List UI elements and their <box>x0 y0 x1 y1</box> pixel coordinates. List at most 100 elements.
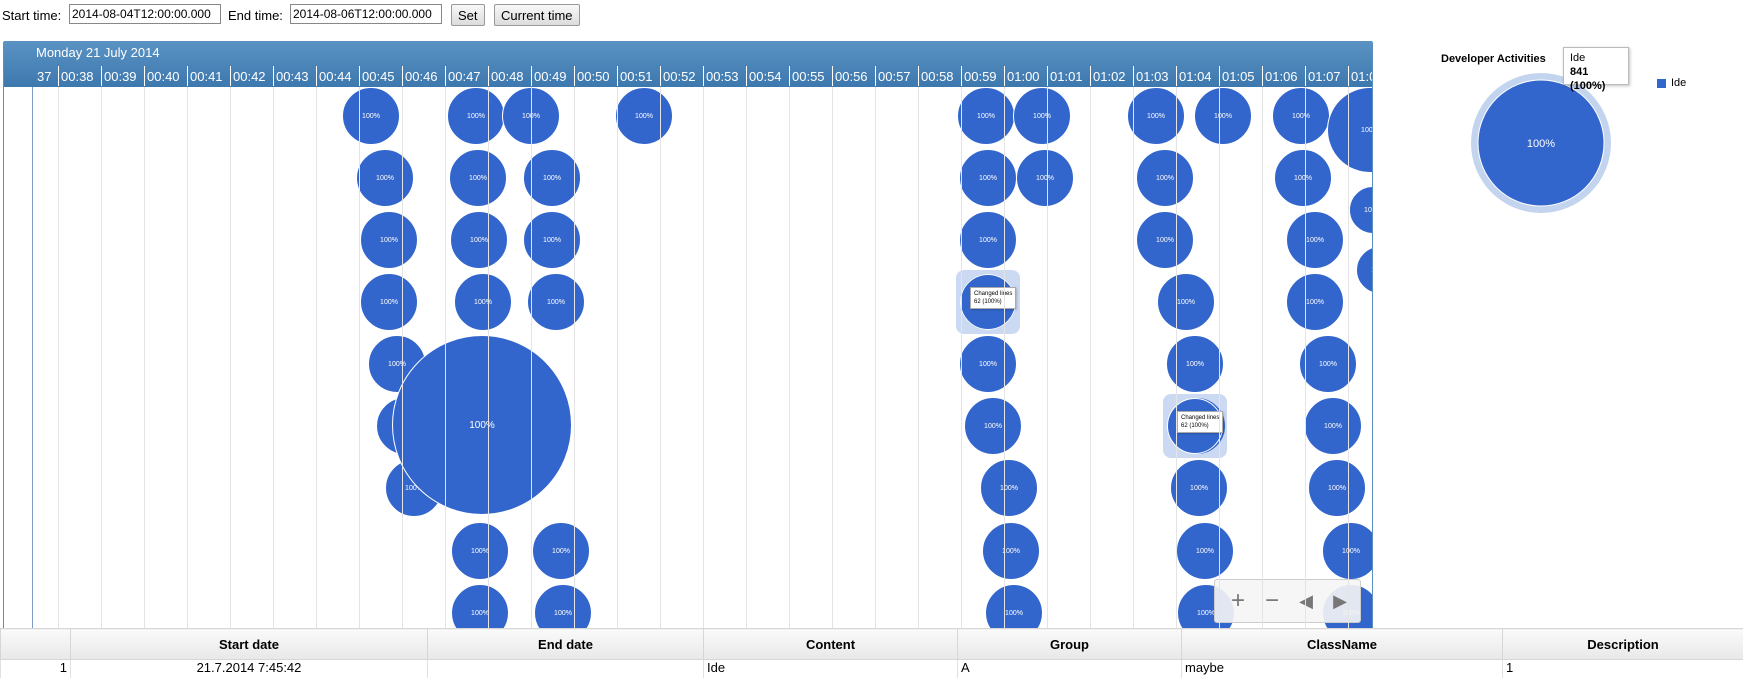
timeline-bubble[interactable]: 100% <box>360 211 418 269</box>
column-header[interactable] <box>1 629 71 660</box>
timeline-bubble[interactable]: 100% <box>447 87 505 145</box>
table-cell: A <box>958 660 1182 678</box>
set-button[interactable]: Set <box>451 4 485 26</box>
timeline-bubble[interactable]: 100% <box>964 397 1022 455</box>
column-header[interactable]: Content <box>704 629 958 660</box>
time-tick-label: 00:48 <box>491 69 524 84</box>
timeline-bubble[interactable]: 100% <box>451 584 509 630</box>
time-gridline <box>789 87 790 629</box>
time-gridline <box>445 87 446 629</box>
time-gridline <box>746 87 747 629</box>
time-tick-mark <box>402 66 403 86</box>
timeline-bubble[interactable]: 100% <box>615 87 673 145</box>
timeline-bubble[interactable]: 100% <box>1136 211 1194 269</box>
time-tick-label: 00:45 <box>362 69 395 84</box>
time-tick-label: 00:39 <box>104 69 137 84</box>
end-time-label: End time: <box>228 8 283 23</box>
time-tick-label: 00:49 <box>534 69 567 84</box>
time-tick-label: 00:44 <box>319 69 352 84</box>
timeline-bubble[interactable]: 100% <box>356 149 414 207</box>
timeline-bubble[interactable]: 100% <box>450 211 508 269</box>
time-tick-label: 00:52 <box>663 69 696 84</box>
column-header[interactable]: Group <box>958 629 1182 660</box>
timeline-bubble[interactable]: 100% <box>1016 149 1074 207</box>
timeline-bubble[interactable]: 100% <box>449 149 507 207</box>
timeline-bubble[interactable]: 100% <box>1194 87 1252 145</box>
timeline-bubble[interactable]: 100% <box>959 211 1017 269</box>
time-gridline <box>144 87 145 629</box>
timeline-bubble[interactable]: 100% <box>985 584 1043 630</box>
column-header[interactable]: End date <box>428 629 704 660</box>
time-tick-label: 37 <box>37 69 51 84</box>
legend-swatch-ide <box>1657 79 1666 88</box>
time-gridline <box>359 87 360 629</box>
timeline-bubble[interactable]: 100% <box>1157 273 1215 331</box>
table-row[interactable]: 121.7.2014 7:45:42IdeAmaybe1 <box>1 660 1743 678</box>
events-table: Start dateEnd dateContentGroupClassNameD… <box>0 628 1743 672</box>
time-tick-mark <box>832 66 833 86</box>
timeline-bubble[interactable]: 100% <box>1327 87 1373 173</box>
timeline-bubble[interactable]: 100% <box>451 522 509 580</box>
time-tick-label: 00:41 <box>190 69 223 84</box>
end-time-input[interactable] <box>290 4 442 24</box>
time-tick-label: 00:53 <box>706 69 739 84</box>
timeline-bubble[interactable]: 100% <box>534 584 592 630</box>
time-tick-mark <box>1262 66 1263 86</box>
timeline-bubble[interactable]: 100% <box>360 273 418 331</box>
timeline-bubble[interactable]: 100% <box>959 149 1017 207</box>
time-gridline <box>316 87 317 629</box>
time-gridline <box>531 87 532 629</box>
timeline-bubble-large[interactable]: 100% <box>392 335 572 515</box>
time-gridline <box>961 87 962 629</box>
timeline-bubble[interactable]: 100% <box>1349 186 1373 234</box>
timeline-bubble[interactable]: 100% <box>532 522 590 580</box>
table-cell <box>428 660 704 678</box>
time-tick-label: 01:00 <box>1007 69 1040 84</box>
time-gridline <box>230 87 231 629</box>
arrow-right-icon[interactable]: ▶ <box>1325 586 1355 616</box>
current-time-button[interactable]: Current time <box>494 4 580 26</box>
time-tick-label: 00:54 <box>749 69 782 84</box>
timeline-bubble[interactable]: 100% <box>1304 397 1362 455</box>
time-tick-label: 01:0 <box>1351 69 1373 84</box>
time-tick-label: 01:06 <box>1265 69 1298 84</box>
pie-tooltip-value: 841 (100%) <box>1570 65 1622 93</box>
time-tick-label: 00:57 <box>878 69 911 84</box>
timeline-bubble[interactable]: 100% <box>980 459 1038 517</box>
timeline-bubble[interactable]: 100% <box>1356 246 1373 294</box>
time-tick-label: 01:04 <box>1179 69 1212 84</box>
timeline-bubble[interactable]: 100% <box>1272 87 1330 145</box>
timeline-chart[interactable]: Monday 21 July 2014 3700:3800:3900:4000:… <box>3 41 1373 630</box>
timeline-bubble[interactable]: 100% <box>1013 87 1071 145</box>
timeline-bubble[interactable]: 100% <box>527 273 585 331</box>
pie-tooltip: Ide 841 (100%) <box>1563 47 1629 85</box>
timeline-bubble[interactable]: 100% <box>1176 522 1234 580</box>
bubble-tooltip-title: Changed lines <box>974 290 1012 298</box>
time-gridline <box>1305 87 1306 629</box>
time-gridline <box>918 87 919 629</box>
timeline-bubble[interactable]: 100% <box>1286 273 1344 331</box>
plus-icon[interactable]: + <box>1223 586 1253 616</box>
timeline-bubble[interactable]: 100% <box>959 335 1017 393</box>
pie-chart[interactable]: 100% <box>1470 72 1612 214</box>
column-header[interactable]: ClassName <box>1182 629 1503 660</box>
column-header[interactable]: Start date <box>71 629 428 660</box>
timeline-bubble[interactable]: 100% <box>1274 149 1332 207</box>
timeline-bubble[interactable]: 100% <box>1136 149 1194 207</box>
arrow-left-icon[interactable]: ◀ <box>1291 586 1321 616</box>
timeline-bubble[interactable]: 100% <box>342 87 400 145</box>
time-tick-label: 01:02 <box>1093 69 1126 84</box>
pie-slice-label: 100% <box>1527 138 1555 150</box>
time-tick-label: 01:03 <box>1136 69 1169 84</box>
timeline-bubble[interactable]: 100% <box>454 273 512 331</box>
timeline-bubble[interactable]: 100% <box>1286 211 1344 269</box>
timeline-bubble[interactable]: 100% <box>957 87 1015 145</box>
timeline-bubble[interactable]: 100% <box>982 522 1040 580</box>
time-gridline <box>1133 87 1134 629</box>
timeline-bubble[interactable]: 100% <box>1166 335 1224 393</box>
timeline-bubble[interactable]: 100% <box>1308 459 1366 517</box>
time-tick-label: 00:50 <box>577 69 610 84</box>
start-time-input[interactable] <box>69 4 221 24</box>
legend-label-ide: Ide <box>1671 77 1686 89</box>
column-header[interactable]: Description <box>1503 629 1743 660</box>
